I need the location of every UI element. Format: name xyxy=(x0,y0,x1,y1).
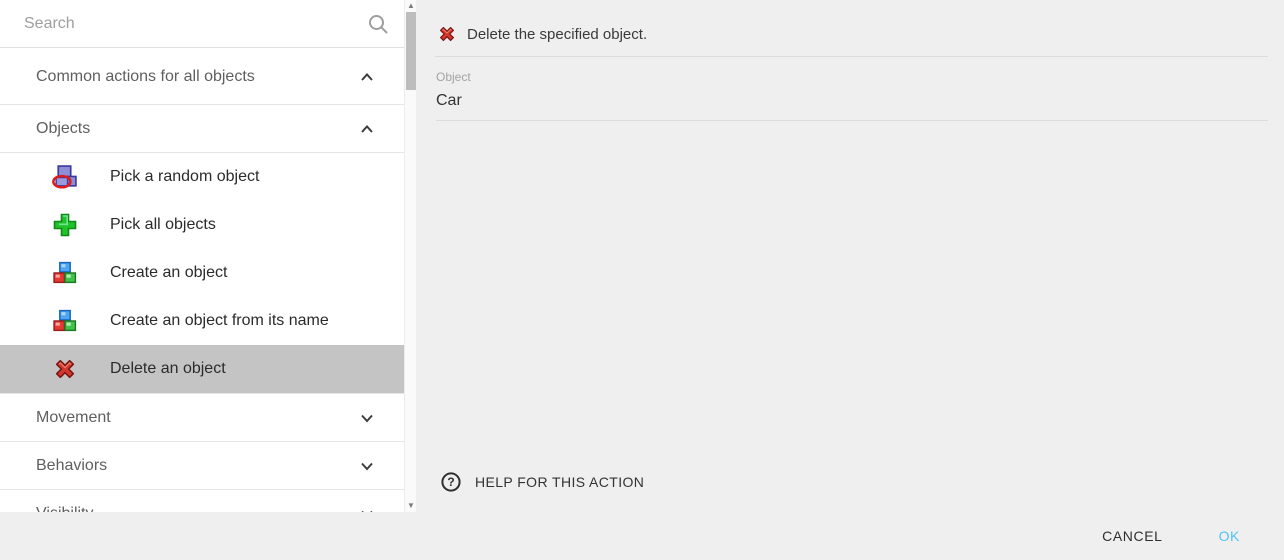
search-input[interactable] xyxy=(0,9,340,39)
object-parameter-field: Object xyxy=(436,70,1268,121)
list-item-create-an-object[interactable]: Create an object xyxy=(0,249,404,297)
action-description: Delete the specified object. xyxy=(467,26,647,43)
instruction-editor-dialog: Common actions for all objects Objects P… xyxy=(0,0,1284,560)
scrollbar-thumb[interactable] xyxy=(406,12,416,90)
group-label: Visibility xyxy=(36,505,358,513)
search-icon xyxy=(368,14,388,34)
objects-group-items: Pick a random object Pick all objects Cr… xyxy=(0,153,404,394)
chevron-up-icon xyxy=(358,68,376,86)
item-label: Delete an object xyxy=(110,360,226,378)
action-configuration-panel: Delete the specified object. Object HELP… xyxy=(416,0,1284,512)
search-bar xyxy=(0,0,416,48)
pick-all-objects-icon xyxy=(52,212,78,238)
cancel-button[interactable]: CANCEL xyxy=(1086,518,1178,554)
item-label: Pick all objects xyxy=(110,216,216,234)
divider xyxy=(435,56,1268,57)
group-label: Behaviors xyxy=(36,457,358,475)
action-chooser-sidebar: Common actions for all objects Objects P… xyxy=(0,0,416,512)
group-common-actions[interactable]: Common actions for all objects xyxy=(0,49,404,105)
group-movement[interactable]: Movement xyxy=(0,394,404,442)
list-item-pick-all-objects[interactable]: Pick all objects xyxy=(0,201,404,249)
help-button-label: HELP FOR THIS ACTION xyxy=(475,474,644,490)
group-objects[interactable]: Objects xyxy=(0,105,404,153)
help-button[interactable]: HELP FOR THIS ACTION xyxy=(441,464,644,500)
object-field-label: Object xyxy=(436,70,1268,84)
pick-random-object-icon xyxy=(52,164,78,190)
list-item-pick-random-object[interactable]: Pick a random object xyxy=(0,153,404,201)
group-label: Movement xyxy=(36,409,358,427)
sidebar-scrollbar[interactable]: ▲ ▼ xyxy=(404,0,416,512)
ok-button[interactable]: OK xyxy=(1203,518,1256,554)
chevron-down-icon xyxy=(358,409,376,427)
chevron-down-icon xyxy=(358,505,376,513)
list-item-delete-an-object[interactable]: Delete an object xyxy=(0,345,404,393)
group-label: Common actions for all objects xyxy=(36,68,358,86)
panel-header: Delete the specified object. xyxy=(437,12,1268,56)
object-field-input[interactable] xyxy=(436,84,1268,121)
item-label: Create an object xyxy=(110,264,227,282)
action-list: Common actions for all objects Objects P… xyxy=(0,49,404,512)
list-item-create-object-from-name[interactable]: Create an object from its name xyxy=(0,297,404,345)
item-label: Create an object from its name xyxy=(110,312,329,330)
create-object-from-name-icon xyxy=(52,308,78,334)
group-visibility[interactable]: Visibility xyxy=(0,490,404,512)
item-label: Pick a random object xyxy=(110,168,259,186)
delete-object-icon xyxy=(52,356,78,382)
group-behaviors[interactable]: Behaviors xyxy=(0,442,404,490)
create-object-icon xyxy=(52,260,78,286)
group-label: Objects xyxy=(36,120,358,138)
delete-object-icon xyxy=(437,24,457,44)
chevron-down-icon xyxy=(358,457,376,475)
help-icon xyxy=(441,472,461,492)
dialog-action-bar: CANCEL OK xyxy=(0,512,1284,560)
chevron-up-icon xyxy=(358,120,376,138)
